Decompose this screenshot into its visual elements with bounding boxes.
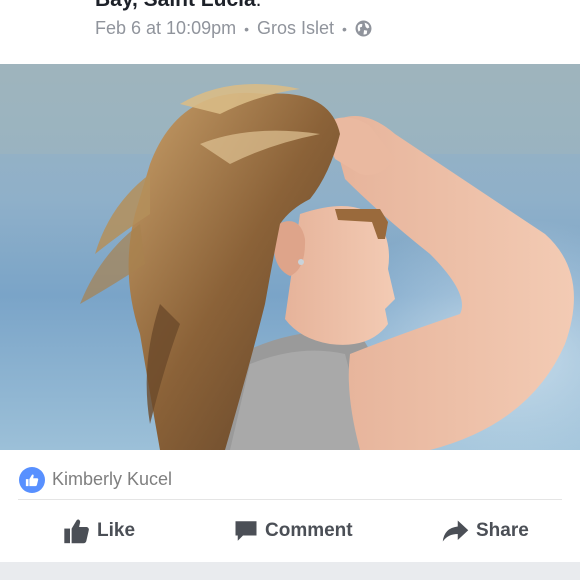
place-name[interactable]: Bay, Saint Lucia (95, 0, 256, 11)
share-icon (442, 520, 469, 542)
like-badge-icon (19, 467, 45, 493)
post-photo[interactable] (0, 64, 580, 450)
post-actions: Like Comment Share (0, 500, 580, 562)
post-location[interactable]: Gros Islet (257, 18, 334, 39)
post-place-line[interactable]: Bay, Saint Lucia. (95, 0, 262, 12)
like-label: Like (97, 520, 136, 541)
meta-separator: • (244, 20, 249, 37)
thumbs-up-icon (64, 519, 89, 544)
post-header: Bay, Saint Lucia. Feb 6 at 10:09pm • Gro… (0, 0, 580, 64)
reactions-row[interactable]: Kimberly Kucel (0, 450, 580, 500)
share-label: Share (476, 520, 529, 541)
globe-icon[interactable] (355, 20, 372, 37)
place-trail: . (256, 0, 262, 11)
post-meta: Feb 6 at 10:09pm • Gros Islet • (95, 18, 372, 39)
feed-gap (0, 562, 580, 580)
post-timestamp[interactable]: Feb 6 at 10:09pm (95, 18, 236, 39)
share-button[interactable]: Share (442, 517, 529, 545)
reactor-name[interactable]: Kimberly Kucel (52, 469, 172, 490)
comment-icon (235, 521, 257, 541)
meta-separator-2: • (342, 20, 347, 37)
comment-button[interactable]: Comment (234, 517, 353, 545)
like-button[interactable]: Like (63, 517, 135, 545)
comment-label: Comment (265, 520, 353, 541)
